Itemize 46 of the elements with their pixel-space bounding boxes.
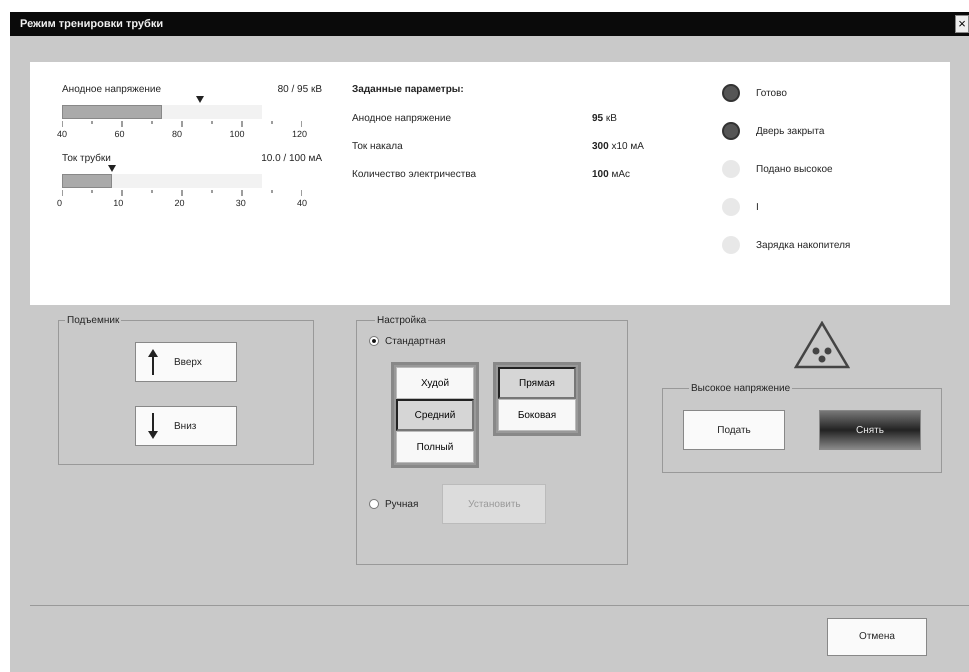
- tick-label: 10: [113, 198, 124, 208]
- status-label: Подано высокое: [756, 164, 833, 174]
- tick-label: 80: [172, 129, 182, 139]
- parameter-name: Количество электричества: [352, 169, 478, 180]
- arrow-up-icon: [148, 349, 158, 375]
- mode-radio[interactable]: Стандартная: [369, 332, 615, 350]
- parameter-value: 95 кВ: [592, 113, 617, 124]
- tick-label: 20: [174, 198, 184, 208]
- parameter-value: 300 x10 мА: [592, 141, 644, 152]
- status-label: Зарядка накопителя: [756, 240, 850, 250]
- radiation-warning-icon: [794, 321, 850, 369]
- mode-radio[interactable]: Ручная: [369, 495, 418, 513]
- gauge-reading: 80 / 95 кВ: [278, 84, 322, 95]
- lift-button[interactable]: Вниз: [135, 406, 237, 446]
- tick-label: 40: [57, 129, 68, 139]
- status-label: Дверь закрыта: [756, 126, 824, 136]
- arrow-down-icon: [148, 413, 158, 439]
- status-label: Готово: [756, 88, 787, 98]
- gauge-reading: 10.0 / 100 мА: [261, 153, 322, 164]
- high-voltage-button[interactable]: Подать: [683, 410, 785, 450]
- close-button[interactable]: ×: [955, 15, 969, 33]
- projection-button[interactable]: Боковая: [498, 399, 576, 431]
- group-title: Высокое напряжение: [690, 383, 792, 394]
- gauge-label: Анодное напряжение: [62, 84, 162, 95]
- group-title: Настройка: [376, 315, 428, 326]
- tick-label: 120: [292, 129, 307, 139]
- body-type-button[interactable]: Худой: [396, 367, 474, 399]
- tick-label: 100: [229, 129, 244, 139]
- tick-label: 30: [236, 198, 246, 208]
- parameter-value: 100 мАс: [592, 169, 630, 180]
- section-title: Заданные параметры:: [352, 84, 465, 95]
- body-type-button[interactable]: Полный: [396, 431, 474, 463]
- tick-label: 40: [296, 198, 307, 208]
- high-voltage-button[interactable]: Снять: [819, 410, 921, 450]
- group-title: Подъемник: [66, 315, 120, 326]
- lift-button[interactable]: Вверх: [135, 342, 237, 382]
- status-label: I: [756, 202, 759, 212]
- projection-button[interactable]: Прямая: [498, 367, 576, 399]
- gauge-label: Ток трубки: [62, 153, 111, 164]
- tick-label: 60: [114, 129, 124, 139]
- body-type-button[interactable]: Средний: [396, 399, 474, 431]
- tick-label: 0: [57, 198, 62, 208]
- parameter-name: Анодное напряжение: [352, 113, 452, 124]
- window-title: Режим тренировки трубки: [20, 18, 164, 30]
- parameter-name: Ток накала: [352, 141, 404, 152]
- cancel-button[interactable]: Отмена: [827, 618, 927, 656]
